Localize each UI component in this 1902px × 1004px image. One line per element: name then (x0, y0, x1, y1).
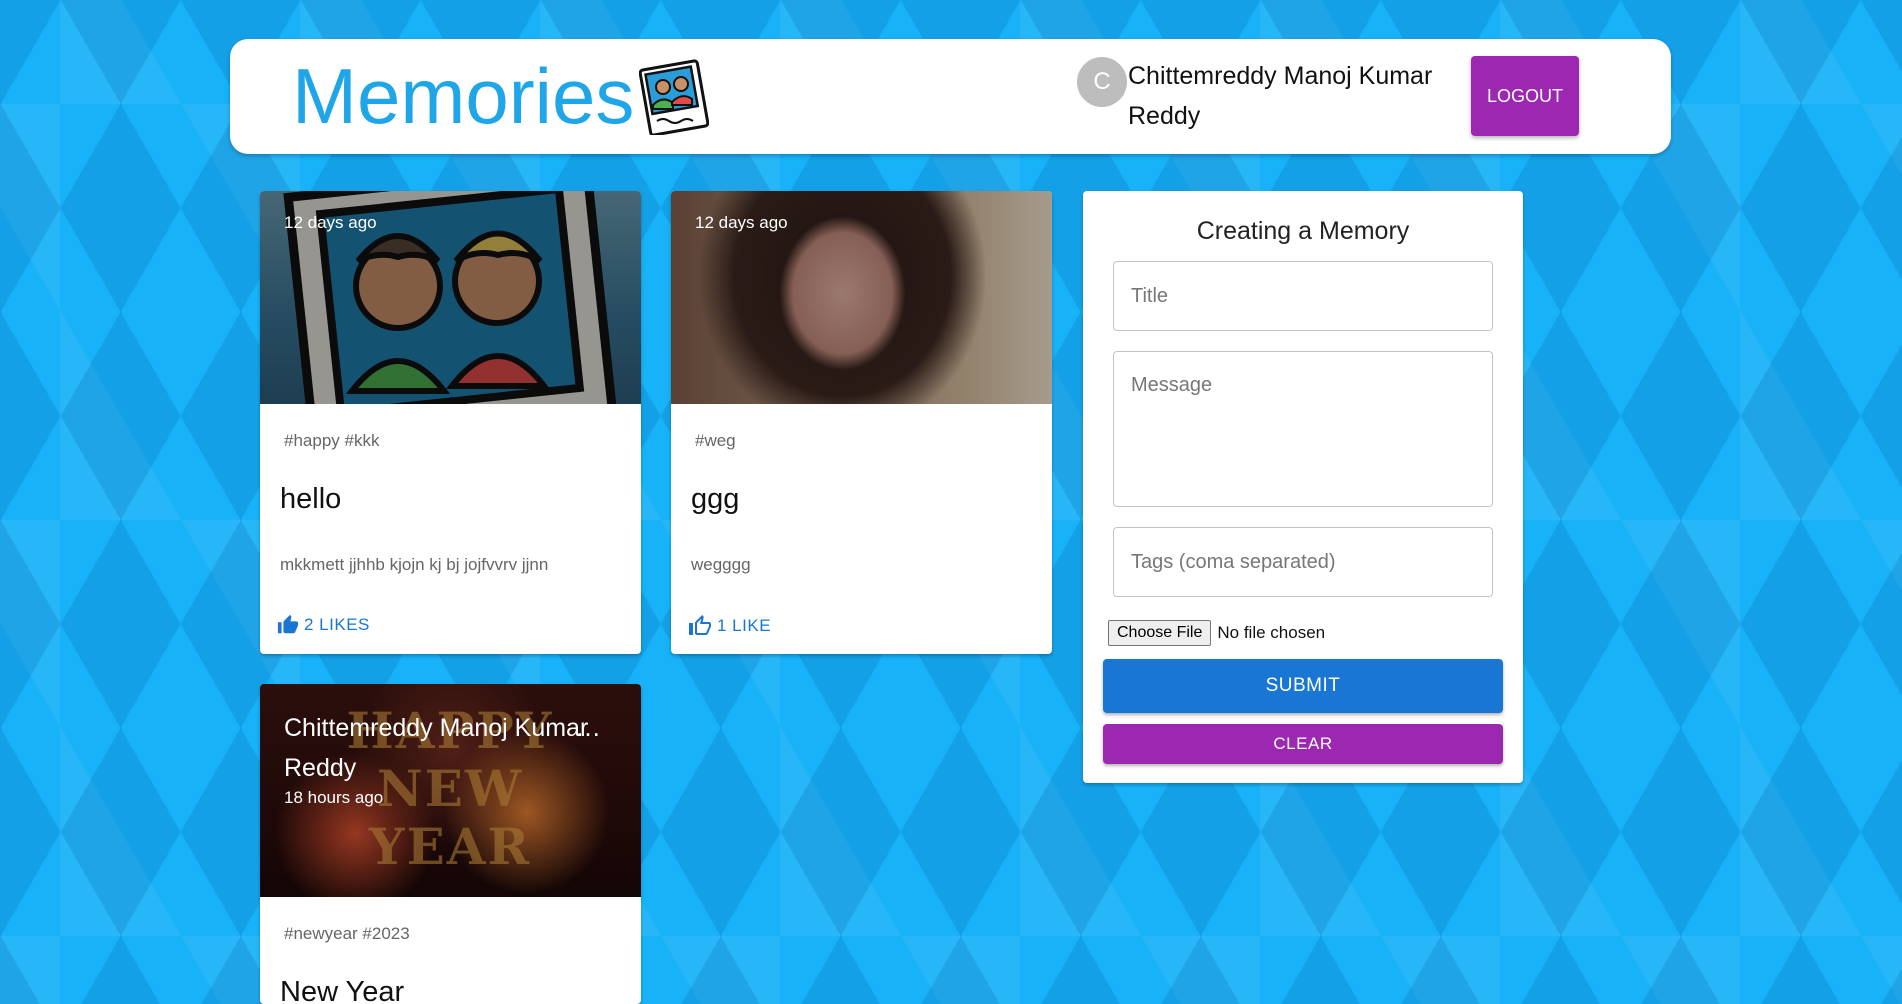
avatar: C (1077, 57, 1127, 107)
file-input: Choose File No file chosen (1108, 620, 1325, 646)
app-bar: Memories C Chittemreddy Manoj Kumar Redd… (230, 39, 1671, 154)
user-name: Chittemreddy Manoj Kumar Reddy (1128, 62, 1433, 130)
post-time: 12 days ago (284, 213, 377, 232)
post-card: 12 days ago #happy #kkk hello mkkmett jj… (260, 191, 641, 654)
memories-photo-icon (639, 59, 709, 135)
post-tags: #weg (695, 431, 736, 450)
post-title: hello (280, 483, 342, 515)
like-button[interactable]: 1 LIKE (688, 614, 771, 638)
file-status: No file chosen (1217, 623, 1326, 642)
post-header: 12 days ago (695, 213, 788, 233)
like-button[interactable]: 2 LIKES (277, 614, 370, 636)
post-tags: #happy #kkk (284, 431, 380, 450)
post-title: New Year (280, 976, 405, 1004)
post-image: 12 days ago (260, 191, 641, 404)
more-options-icon[interactable]: … (575, 714, 601, 740)
like-count: 1 LIKE (717, 616, 772, 635)
post-title: ggg (691, 483, 740, 515)
post-time: 12 days ago (695, 213, 788, 232)
post-header: 12 days ago (284, 213, 377, 233)
brand-title[interactable]: Memories (292, 49, 634, 144)
logout-button[interactable]: LOGOUT (1471, 56, 1579, 136)
post-card: 12 days ago #weg ggg wegggg 1 LIKE (671, 191, 1052, 654)
message-field[interactable] (1113, 351, 1493, 507)
post-header: Chittemreddy Manoj Kumar Reddy 18 hours … (284, 708, 604, 808)
tags-field[interactable] (1113, 527, 1493, 597)
create-memory-form: Creating a Memory Choose File No file ch… (1083, 191, 1523, 783)
post-time: 18 hours ago (284, 788, 384, 807)
post-creator: Chittemreddy Manoj Kumar Reddy (284, 714, 589, 782)
form-heading: Creating a Memory (1196, 217, 1410, 245)
post-image: 12 days ago (671, 191, 1052, 404)
post-tags: #newyear #2023 (284, 924, 410, 943)
post-image: HAPPY NEW YEAR Chittemreddy Manoj Kumar … (260, 684, 641, 897)
post-card: HAPPY NEW YEAR Chittemreddy Manoj Kumar … (260, 684, 641, 1004)
choose-file-button[interactable]: Choose File (1108, 620, 1212, 646)
thumb-up-outline-icon (689, 615, 711, 635)
post-message: mkkmett jjhhb kjojn kj bj jojfvvrv jjnn (280, 555, 549, 574)
like-count: 2 LIKES (304, 615, 370, 634)
clear-button[interactable]: CLEAR (1103, 724, 1503, 764)
post-message: wegggg (691, 555, 751, 574)
submit-button[interactable]: SUBMIT (1103, 659, 1503, 713)
thumb-up-filled-icon (277, 614, 299, 634)
title-field[interactable] (1113, 261, 1493, 331)
